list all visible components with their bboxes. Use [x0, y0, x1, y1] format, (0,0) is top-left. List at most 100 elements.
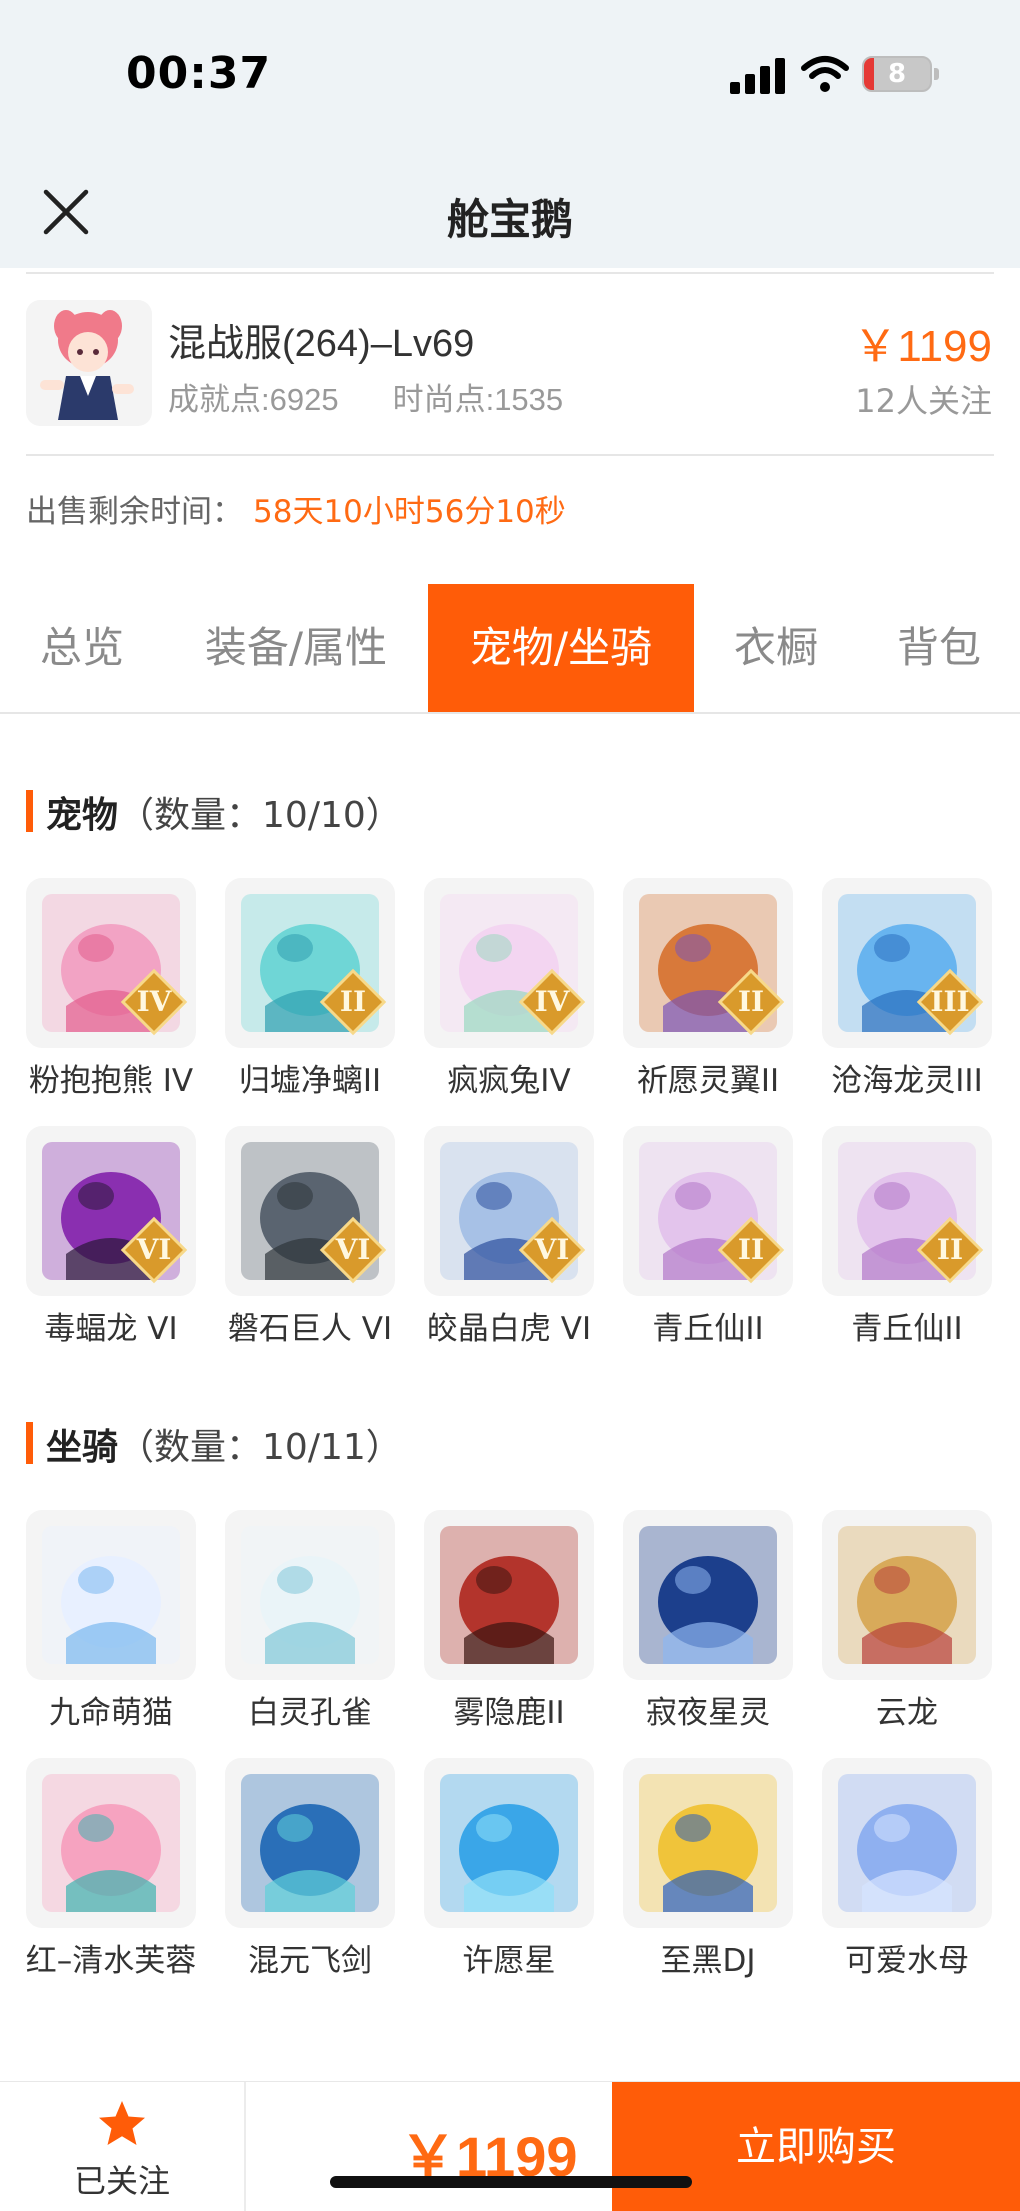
tab-bag[interactable]: 背包: [858, 584, 1020, 712]
section-accent-bar: [26, 1422, 33, 1464]
achievement-points: 成就点:6925: [168, 382, 339, 417]
rank-badge: III: [930, 985, 970, 1018]
mount-item[interactable]: 许愿星: [424, 1758, 594, 1996]
section-count: （数量：10/11）: [118, 1427, 402, 1468]
timer-value: 58天10小时56分10秒: [253, 494, 566, 530]
tab-overview[interactable]: 总览: [0, 584, 164, 712]
listing-price: ￥1199: [853, 322, 992, 371]
mount-name: 混元飞剑: [248, 1943, 372, 1979]
pet-name: 疯疯兔IV: [447, 1063, 571, 1099]
buy-now-button[interactable]: 立即购买: [612, 2082, 1020, 2211]
rank-badge: VI: [534, 1233, 570, 1266]
pet-name: 粉抱抱熊 IV: [28, 1063, 194, 1099]
section-name: 坐骑: [46, 1427, 119, 1468]
home-indicator: [330, 2176, 692, 2188]
pet-item[interactable]: IV 疯疯兔IV: [424, 878, 594, 1116]
tab-wardrobe[interactable]: 衣橱: [694, 584, 858, 712]
pet-item[interactable]: II 青丘仙II: [822, 1126, 992, 1364]
tab-pets-mounts[interactable]: 宠物/坐骑: [428, 584, 694, 712]
rank-badge: II: [339, 985, 367, 1018]
mount-item[interactable]: 白灵孔雀: [225, 1510, 395, 1748]
cellular-signal-icon: [730, 58, 786, 94]
mount-item[interactable]: 可爱水母: [822, 1758, 992, 1996]
tab-bar: 总览 装备/属性 宠物/坐骑 衣橱 背包: [0, 584, 1020, 712]
mount-portrait-icon: [623, 1758, 793, 1928]
divider: [26, 272, 994, 274]
rank-badge: VI: [136, 1233, 172, 1266]
pet-portrait-icon: II: [623, 878, 793, 1048]
mount-portrait-icon: [225, 1510, 395, 1680]
rank-badge: IV: [136, 985, 172, 1018]
pet-item[interactable]: IV 粉抱抱熊 IV: [26, 878, 196, 1116]
mount-name: 至黑DJ: [660, 1943, 756, 1979]
battery-icon: 8: [862, 56, 932, 92]
mounts-grid: 九命萌猫 白灵孔雀 雾隐鹿II 寂夜星灵 云龙红–清水芙蓉 混元飞剑 许愿星 至黑DJ 可爱水母: [0, 1510, 1020, 2030]
mount-name: 雾隐鹿II: [453, 1695, 565, 1731]
mount-portrait-icon: [225, 1758, 395, 1928]
status-bar: 00:37 8: [0, 0, 1020, 150]
rank-badge: II: [936, 1233, 964, 1266]
pet-item[interactable]: II 归墟净螭II: [225, 878, 395, 1116]
nav-bar: 舱宝鹅: [0, 150, 1020, 268]
divider: [0, 712, 1020, 714]
fashion-points: 时尚点:1535: [392, 382, 564, 417]
mount-item[interactable]: 至黑DJ: [623, 1758, 793, 1996]
divider: [244, 2082, 246, 2211]
mount-portrait-icon: [26, 1510, 196, 1680]
pet-item[interactable]: III 沧海龙灵III: [822, 878, 992, 1116]
rank-badge: II: [737, 985, 765, 1018]
character-avatar: [26, 300, 152, 426]
timer-label: 出售剩余时间：: [26, 494, 243, 530]
mount-item[interactable]: 混元飞剑: [225, 1758, 395, 1996]
mount-name: 许愿星: [462, 1943, 556, 1979]
mount-portrait-icon: [822, 1510, 992, 1680]
pet-portrait-icon: II: [225, 878, 395, 1048]
mount-portrait-icon: [424, 1758, 594, 1928]
bottom-action-bar: 已关注 ￥1199 立即购买: [0, 2081, 1020, 2211]
section-name: 宠物: [46, 795, 119, 836]
pet-item[interactable]: VI 毒蝠龙 VI: [26, 1126, 196, 1364]
mount-name: 九命萌猫: [49, 1695, 173, 1731]
mount-item[interactable]: 九命萌猫: [26, 1510, 196, 1748]
pet-name: 青丘仙II: [652, 1311, 764, 1347]
star-icon: [99, 2101, 145, 2145]
pet-item[interactable]: VI 皎晶白虎 VI: [424, 1126, 594, 1364]
pet-name: 归墟净螭II: [238, 1063, 382, 1099]
section-count: （数量：10/10）: [118, 795, 402, 836]
mount-portrait-icon: [26, 1758, 196, 1928]
mount-name: 寂夜星灵: [646, 1695, 770, 1731]
pet-name: 皎晶白虎 VI: [426, 1311, 592, 1347]
listing-header: 混战服(264)–Lv69 成就点:6925 时尚点:1535 ￥1199 12人…: [0, 276, 1020, 456]
rank-badge: IV: [534, 985, 570, 1018]
pet-portrait-icon: III: [822, 878, 992, 1048]
pets-grid: IV 粉抱抱熊 IV II 归墟净螭II IV 疯疯兔IV II 祈愿灵翼II III 沧海龙灵I…: [0, 878, 1020, 1348]
mount-name: 白灵孔雀: [248, 1695, 372, 1731]
status-time: 00:37: [126, 48, 272, 99]
tab-equipment[interactable]: 装备/属性: [164, 584, 428, 712]
pet-portrait-icon: VI: [26, 1126, 196, 1296]
mount-item[interactable]: 云龙: [822, 1510, 992, 1748]
pet-portrait-icon: II: [623, 1126, 793, 1296]
wifi-icon: [801, 56, 849, 92]
sale-timer: 出售剩余时间： 58天10小时56分10秒: [26, 486, 566, 531]
server-level: 混战服(264)–Lv69: [168, 323, 475, 365]
pet-portrait-icon: IV: [424, 878, 594, 1048]
section-accent-bar: [26, 790, 33, 832]
mount-item[interactable]: 红–清水芙蓉: [26, 1758, 196, 1996]
pet-portrait-icon: VI: [225, 1126, 395, 1296]
pet-name: 毒蝠龙 VI: [44, 1311, 178, 1347]
mount-item[interactable]: 雾隐鹿II: [424, 1510, 594, 1748]
pet-item[interactable]: II 青丘仙II: [623, 1126, 793, 1364]
mount-item[interactable]: 寂夜星灵: [623, 1510, 793, 1748]
battery-cap: [934, 68, 939, 80]
pet-name: 磐石巨人 VI: [227, 1311, 393, 1347]
mount-portrait-icon: [424, 1510, 594, 1680]
pet-portrait-icon: IV: [26, 878, 196, 1048]
pet-item[interactable]: VI 磐石巨人 VI: [225, 1126, 395, 1364]
page-title: 舱宝鹅: [446, 195, 573, 244]
pet-item[interactable]: II 祈愿灵翼II: [623, 878, 793, 1116]
battery-level: 8: [887, 59, 907, 89]
divider: [26, 454, 994, 456]
follow-button[interactable]: 已关注: [0, 2082, 244, 2211]
mount-portrait-icon: [623, 1510, 793, 1680]
